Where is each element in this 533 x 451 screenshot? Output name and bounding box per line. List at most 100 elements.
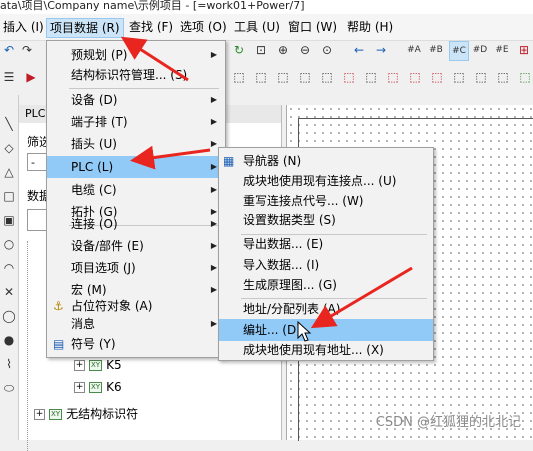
expand-icon[interactable]: + <box>74 360 85 371</box>
menu-item-address-list[interactable]: 地址/分配列表 (A) <box>219 298 433 320</box>
symbol-7-icon[interactable]: ⬚ <box>362 68 380 86</box>
symbol-8-icon[interactable]: ⬚ <box>384 68 402 86</box>
tree-label: 无结构标识符 <box>66 407 139 421</box>
symbol-3-icon[interactable]: ⬚ <box>274 68 292 86</box>
redo-icon[interactable]: ↷ <box>18 41 36 59</box>
menu-item-navigator[interactable]: ▦ 导航器 (N) <box>219 150 433 172</box>
menu-item-addressing[interactable]: 编址... (D) <box>219 319 433 341</box>
submenu-arrow-icon: ▶ <box>210 263 217 272</box>
menu-item-messages[interactable]: 消息 ▶ <box>47 313 225 335</box>
symbol-10-icon[interactable]: ⬚ <box>428 68 446 86</box>
symbol-2-icon[interactable]: ⬚ <box>252 68 270 86</box>
xy-icon: XY <box>49 409 63 420</box>
zoom-out-icon[interactable]: ⊖ <box>296 41 314 59</box>
symbol-13-icon[interactable]: ⬚ <box>494 68 512 86</box>
forward-icon[interactable]: → <box>372 41 390 59</box>
tree-row-unstructured[interactable]: + XY 无结构标识符 <box>34 405 138 422</box>
menu-item-devices[interactable]: 设备 (D) ▶ <box>47 89 225 111</box>
menu-item-import-data[interactable]: 导入数据... (I) <box>219 254 433 276</box>
insert-plc-icon[interactable]: ▶ <box>22 68 40 86</box>
tool-line-icon[interactable]: ╲ <box>0 115 18 133</box>
submenu-arrow-icon: ▶ <box>210 219 217 228</box>
menu-item-project-options[interactable]: 项目选项 (J) ▶ <box>47 257 225 279</box>
menu-item-connections[interactable]: 连接 (O) ▶ <box>47 213 225 235</box>
xy-icon: XY <box>89 360 103 371</box>
submenu-arrow-icon: ▶ <box>210 95 217 104</box>
xy-icon: XY <box>89 382 103 393</box>
snap-icon[interactable]: ⊞ <box>515 41 533 59</box>
watermark: CSDN @红狐狸的北北记 <box>375 415 521 430</box>
tool-shape-icon[interactable]: ◇ <box>0 139 18 157</box>
symbol-12-icon[interactable]: ⬚ <box>472 68 490 86</box>
window-title: ata\项目\Company name\示例项目 - [=work01+Powe… <box>0 0 533 14</box>
menu-bar: 插入 (I) 项目数据 (R) 查找 (F) 选项 (O) 工具 (U) 窗口 … <box>0 14 533 41</box>
grid-c-icon[interactable]: #C <box>449 41 469 61</box>
symbol-4-icon[interactable]: ⬚ <box>296 68 314 86</box>
menu-item-use-existing-addresses[interactable]: 成块地使用现有地址... (X) <box>219 339 433 361</box>
tool-circle-icon[interactable]: ○ <box>0 235 18 253</box>
toolbar-menu-icon[interactable]: ☰ <box>0 68 18 86</box>
symbol-1-icon[interactable]: ⬚ <box>230 68 248 86</box>
tool-ellipse-icon[interactable]: ◯ <box>0 307 18 325</box>
zoom-window-icon[interactable]: ⊡ <box>252 41 270 59</box>
expand-icon[interactable]: + <box>34 409 45 420</box>
tool-cross-icon[interactable]: ✕ <box>0 283 18 301</box>
submenu-arrow-icon: ▶ <box>210 50 217 59</box>
menu-options[interactable]: 选项 (O) <box>177 18 230 36</box>
menu-item-preplanning[interactable]: 预规划 (P) ▶ <box>47 44 225 66</box>
symbol-9-icon[interactable]: ⬚ <box>406 68 424 86</box>
navigator-icon: ▦ <box>223 154 235 168</box>
submenu-arrow-icon: ▶ <box>210 241 217 250</box>
tree-row-k5[interactable]: + XY K5 <box>74 358 122 372</box>
expand-icon[interactable]: + <box>74 382 85 393</box>
menu-tools[interactable]: 工具 (U) <box>231 18 283 36</box>
symbol-icon: ▤ <box>53 337 65 351</box>
zoom-in-icon[interactable]: ⊕ <box>274 41 292 59</box>
tool-image-icon[interactable]: ▣ <box>0 211 18 229</box>
menu-item-use-existing-points[interactable]: 成块地使用现有连接点... (U) <box>219 170 433 192</box>
submenu-arrow-icon: ▶ <box>210 319 217 328</box>
tool-disc-icon[interactable]: ● <box>0 331 18 349</box>
menu-item-export-data[interactable]: 导出数据... (E) <box>219 233 433 255</box>
tool-oval-icon[interactable]: ⬭ <box>0 379 18 397</box>
back-icon[interactable]: ← <box>350 41 368 59</box>
tool-arc-icon[interactable]: ◠ <box>0 259 18 277</box>
grid-d-icon[interactable]: #D <box>471 41 489 59</box>
left-tool-strip: ╲ ◇ △ □ ▣ ○ ◠ ✕ ◯ ● ⌇ ⬭ <box>0 95 19 440</box>
menu-item-symbols[interactable]: ▤ 符号 (Y) <box>47 333 225 355</box>
tool-triangle-icon[interactable]: △ <box>0 163 18 181</box>
menu-item-structure-ids[interactable]: 结构标识符管理... (S) <box>47 64 225 86</box>
submenu-arrow-icon: ▶ <box>210 117 217 126</box>
refresh-icon[interactable]: ↻ <box>230 41 248 59</box>
zoom-100-icon[interactable]: ⊙ <box>318 41 336 59</box>
symbol-6-icon[interactable]: ⬚ <box>340 68 358 86</box>
tree-label: K5 <box>106 358 122 372</box>
submenu-arrow-icon: ▶ <box>210 162 217 171</box>
menu-item-plc[interactable]: PLC (L) ▶ <box>47 156 225 178</box>
submenu-arrow-icon: ▶ <box>210 185 217 194</box>
menu-item-generate-schematic[interactable]: 生成原理图... (G) <box>219 274 433 296</box>
tree-row-k6[interactable]: + XY K6 <box>74 380 122 394</box>
menu-item-terminal-strips[interactable]: 端子排 (T) ▶ <box>47 111 225 133</box>
tree-label: K6 <box>106 380 122 394</box>
menu-insert[interactable]: 插入 (I) <box>0 18 47 36</box>
plc-submenu: ▦ 导航器 (N) 成块地使用现有连接点... (U) 重写连接点代号... (W… <box>218 147 434 361</box>
menu-item-set-data-type[interactable]: 设置数据类型 (S) <box>219 209 433 231</box>
menu-find[interactable]: 查找 (F) <box>126 18 176 36</box>
menu-window[interactable]: 窗口 (W) <box>285 18 340 36</box>
tool-rect-icon[interactable]: □ <box>0 187 18 205</box>
menu-item-devices-parts[interactable]: 设备/部件 (E) ▶ <box>47 235 225 257</box>
project-data-menu: 预规划 (P) ▶ 结构标识符管理... (S) 设备 (D) ▶ 端子排 (T) ▶… <box>46 40 226 358</box>
symbol-5-icon[interactable]: ⬚ <box>318 68 336 86</box>
tool-polyline-icon[interactable]: ⌇ <box>0 355 18 373</box>
grid-a-icon[interactable]: #A <box>405 41 423 59</box>
menu-help[interactable]: 帮助 (H) <box>344 18 396 36</box>
symbol-11-icon[interactable]: ⬚ <box>450 68 468 86</box>
grid-e-icon[interactable]: #E <box>493 41 511 59</box>
menu-project-data[interactable]: 项目数据 (R) <box>46 18 124 38</box>
undo-icon[interactable]: ↶ <box>0 41 18 59</box>
menu-item-plugs[interactable]: 插头 (U) ▶ <box>47 133 225 155</box>
grid-b-icon[interactable]: #B <box>427 41 445 59</box>
menu-item-cables[interactable]: 电缆 (C) ▶ <box>47 179 225 201</box>
symbol-14-icon[interactable]: ⬚ <box>516 68 533 86</box>
